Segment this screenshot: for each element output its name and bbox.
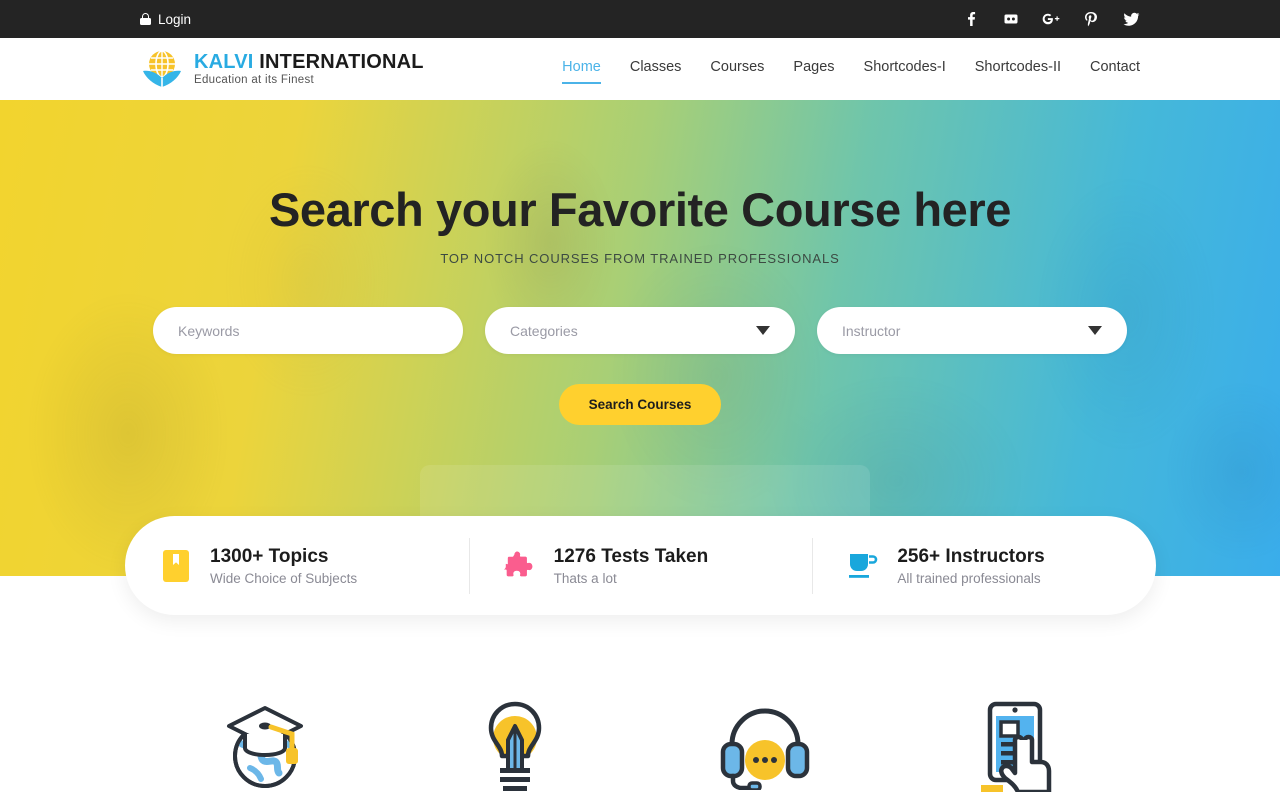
graduation-globe-icon <box>222 700 308 792</box>
keywords-placeholder: Keywords <box>178 322 240 339</box>
logo-title-secondary: INTERNATIONAL <box>259 50 424 73</box>
tablet-touch-icon <box>971 700 1059 792</box>
coffee-cup-icon <box>847 550 879 582</box>
stat-topics: 1300+ Topics Wide Choice of Subjects <box>125 538 469 594</box>
nav-item-pages[interactable]: Pages <box>793 54 834 84</box>
stat-topics-number: 1300+ Topics <box>210 545 329 567</box>
pinterest-icon[interactable] <box>1082 10 1100 28</box>
stat-tests-label: Thats a lot <box>553 571 617 587</box>
nav-item-home[interactable]: Home <box>562 54 601 84</box>
nav-item-shortcodes-2[interactable]: Shortcodes-II <box>975 54 1061 84</box>
nav-item-shortcodes-1[interactable]: Shortcodes-I <box>864 54 946 84</box>
search-courses-button[interactable]: Search Courses <box>558 384 722 425</box>
instructor-select[interactable]: Instructor <box>817 307 1127 354</box>
hero-subtitle: TOP NOTCH COURSES FROM TRAINED PROFESSIO… <box>440 251 840 266</box>
hero-title: Search your Favorite Course here <box>268 183 1012 236</box>
login-label: Login <box>158 11 192 27</box>
logo-tagline: Education at its Finest <box>194 73 315 86</box>
features-section <box>0 640 1280 792</box>
logo-title: KALVI INTERNATIONAL <box>194 51 424 73</box>
feature-ideas[interactable] <box>390 640 640 792</box>
login-link[interactable]: Login <box>140 12 191 27</box>
logo[interactable]: KALVI INTERNATIONAL Education at its Fin… <box>140 48 424 90</box>
headset-support-icon <box>719 700 811 790</box>
stat-topics-label: Wide Choice of Subjects <box>210 571 358 587</box>
social-links <box>962 10 1140 28</box>
nav-item-classes[interactable]: Classes <box>630 54 682 84</box>
site-header: KALVI INTERNATIONAL Education at its Fin… <box>0 38 1280 100</box>
google-plus-icon[interactable] <box>1042 10 1060 28</box>
twitter-icon[interactable] <box>1122 10 1140 28</box>
main-navigation: Home Classes Courses Pages Shortcodes-I … <box>562 54 1140 84</box>
feature-support[interactable] <box>640 640 890 792</box>
instructor-value: Instructor <box>842 322 901 339</box>
flickr-icon[interactable] <box>1002 10 1020 28</box>
categories-select[interactable]: Categories <box>485 307 795 354</box>
stats-card: 1300+ Topics Wide Choice of Subjects 127… <box>125 516 1156 615</box>
keywords-input[interactable]: Keywords <box>153 307 463 354</box>
nav-item-courses[interactable]: Courses <box>710 54 764 84</box>
facebook-icon[interactable] <box>962 10 980 28</box>
nav-item-contact[interactable]: Contact <box>1090 54 1140 84</box>
stat-tests-number: 1276 Tests Taken <box>553 545 709 567</box>
globe-book-logo-icon <box>140 48 184 90</box>
chevron-down-icon <box>1088 326 1102 335</box>
stat-instructors-number: 256+ Instructors <box>897 545 1045 567</box>
feature-graduation[interactable] <box>140 640 390 792</box>
stat-instructors: 256+ Instructors All trained professiona… <box>812 537 1156 594</box>
puzzle-piece-icon <box>503 550 536 582</box>
hero-banner: Search your Favorite Course here TOP NOT… <box>0 100 1280 576</box>
bookmark-icon <box>160 549 192 582</box>
top-bar: Login <box>0 0 1280 38</box>
lock-icon <box>140 13 151 25</box>
stat-instructors-label: All trained professionals <box>897 571 1041 587</box>
logo-title-primary: KALVI <box>194 50 254 73</box>
feature-learning-app[interactable] <box>890 640 1140 792</box>
stat-tests: 1276 Tests Taken Thats a lot <box>468 537 813 594</box>
lightbulb-pencil-icon <box>477 700 553 792</box>
course-search-form: Keywords Categories Instructor <box>0 307 1280 354</box>
chevron-down-icon <box>756 326 770 335</box>
categories-value: Categories <box>510 322 578 339</box>
